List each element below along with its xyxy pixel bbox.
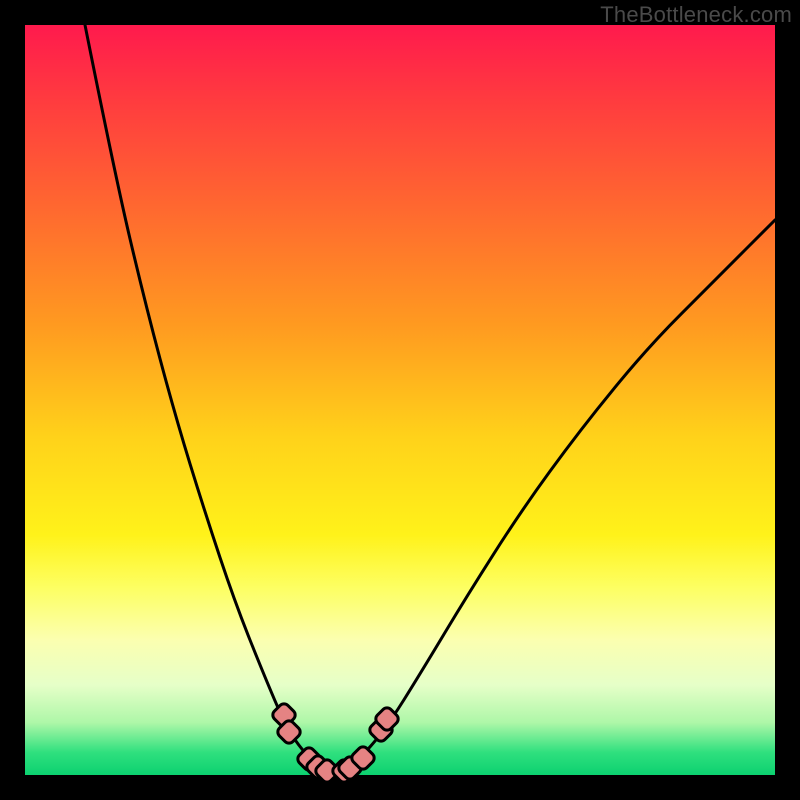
watermark-text: TheBottleneck.com — [600, 2, 792, 28]
chart-frame: TheBottleneck.com — [0, 0, 800, 800]
bottleneck-curve — [25, 25, 775, 775]
plot-area — [25, 25, 775, 775]
